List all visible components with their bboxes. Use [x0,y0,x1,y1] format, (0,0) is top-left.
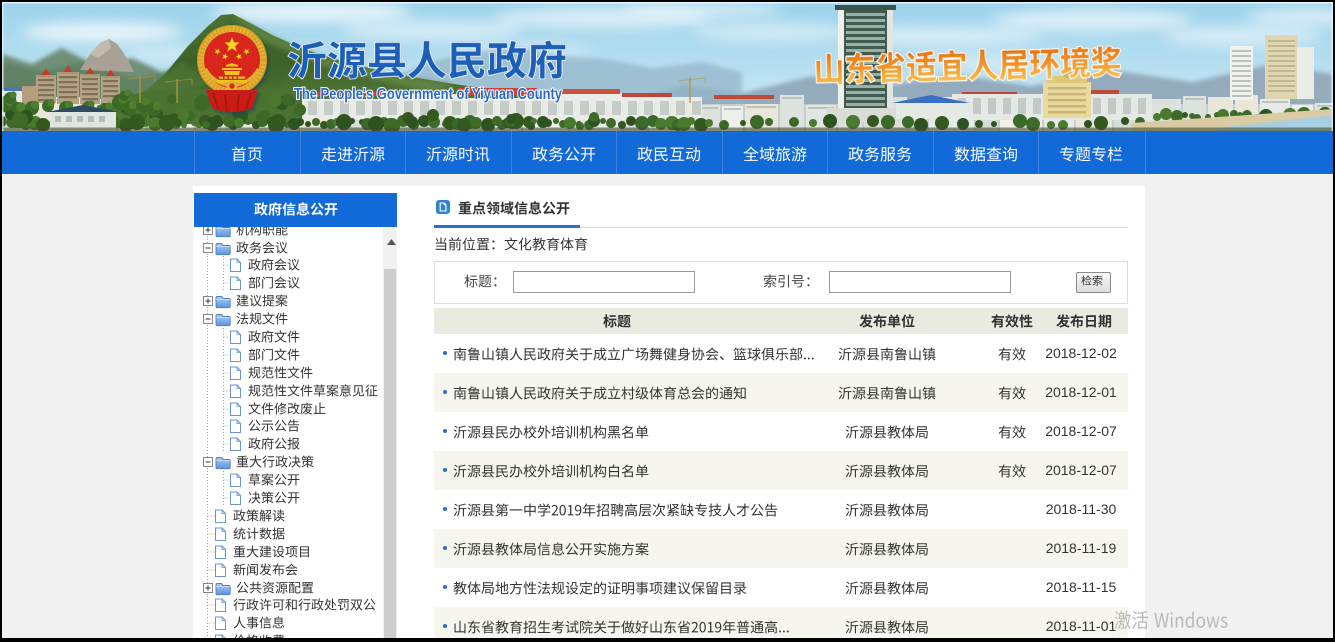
svg-text:The People's Government of Yiy: The People's Government of Yiyuan County [294,86,562,103]
